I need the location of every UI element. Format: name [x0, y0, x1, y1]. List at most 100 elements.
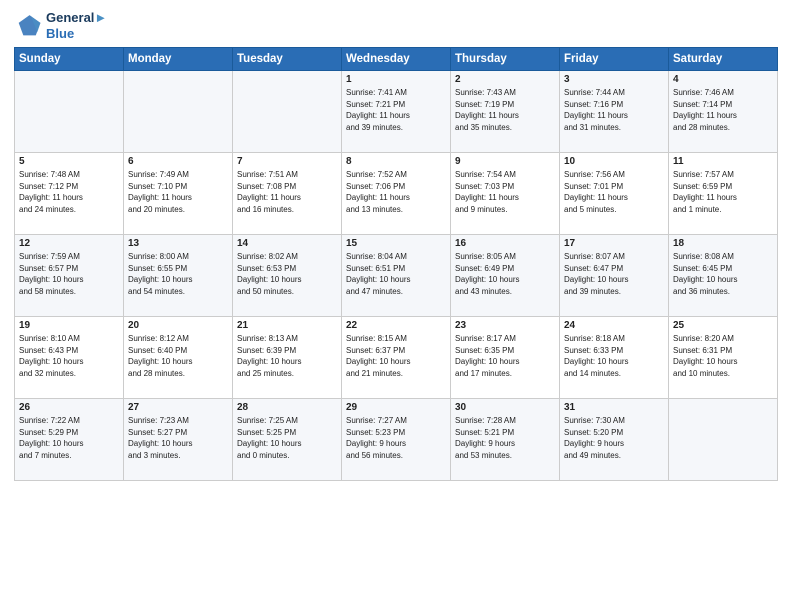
day-number: 25 — [673, 320, 773, 331]
day-cell: 31Sunrise: 7:30 AM Sunset: 5:20 PM Dayli… — [560, 399, 669, 481]
day-info: Sunrise: 7:54 AM Sunset: 7:03 PM Dayligh… — [455, 169, 555, 215]
col-header-monday: Monday — [124, 48, 233, 71]
day-number: 20 — [128, 320, 228, 331]
day-info: Sunrise: 8:12 AM Sunset: 6:40 PM Dayligh… — [128, 333, 228, 379]
day-info: Sunrise: 7:48 AM Sunset: 7:12 PM Dayligh… — [19, 169, 119, 215]
day-cell: 26 Sunrise: 7:22 AM Sunset: 5:29 PM Dayli… — [15, 399, 124, 481]
week-row-4: 19 Sunrise: 8:10 AM Sunset: 6:43 PM Dayli… — [15, 317, 778, 399]
day-number: 19 — [19, 320, 119, 331]
day-info: Sunrise: 8:04 AM Sunset: 6:51 PM Dayligh… — [346, 251, 446, 297]
logo: General► Blue — [14, 10, 107, 41]
day-number: 8 — [346, 156, 446, 167]
day-cell: 20 Sunrise: 8:12 AM Sunset: 6:40 PM Dayli… — [124, 317, 233, 399]
day-number: 10 — [564, 156, 664, 167]
day-cell: 18Sunrise: 8:08 AM Sunset: 6:45 PM Dayli… — [669, 235, 778, 317]
day-cell: 25 Sunrise: 8:20 AM Sunset: 6:31 PM Dayli… — [669, 317, 778, 399]
day-number: 11 — [673, 156, 773, 167]
logo-icon — [14, 12, 42, 40]
day-cell: 13 Sunrise: 8:00 AM Sunset: 6:55 PM Dayli… — [124, 235, 233, 317]
day-cell: 23 Sunrise: 8:17 AM Sunset: 6:35 PM Dayli… — [451, 317, 560, 399]
day-info: Sunrise: 7:23 AM Sunset: 5:27 PM Dayligh… — [128, 415, 228, 461]
day-cell: 7 Sunrise: 7:51 AM Sunset: 7:08 PM Daylig… — [233, 153, 342, 235]
day-number: 9 — [455, 156, 555, 167]
day-number: 28 — [237, 402, 337, 413]
day-info: Sunrise: 7:22 AM Sunset: 5:29 PM Dayligh… — [19, 415, 119, 461]
col-header-thursday: Thursday — [451, 48, 560, 71]
day-info: Sunrise: 8:20 AM Sunset: 6:31 PM Dayligh… — [673, 333, 773, 379]
week-row-3: 12 Sunrise: 7:59 AM Sunset: 6:57 PM Dayli… — [15, 235, 778, 317]
day-info: Sunrise: 8:07 AM Sunset: 6:47 PM Dayligh… — [564, 251, 664, 297]
day-number: 3 — [564, 74, 664, 85]
day-info: Sunrise: 8:02 AM Sunset: 6:53 PM Dayligh… — [237, 251, 337, 297]
day-number: 7 — [237, 156, 337, 167]
day-cell: 15 Sunrise: 8:04 AM Sunset: 6:51 PM Dayli… — [342, 235, 451, 317]
calendar-table: SundayMondayTuesdayWednesdayThursdayFrid… — [14, 47, 778, 481]
header-row: General► Blue — [14, 10, 778, 41]
day-info: Sunrise: 8:15 AM Sunset: 6:37 PM Dayligh… — [346, 333, 446, 379]
day-info: Sunrise: 8:18 AM Sunset: 6:33 PM Dayligh… — [564, 333, 664, 379]
day-cell: 3 Sunrise: 7:44 AM Sunset: 7:16 PM Daylig… — [560, 71, 669, 153]
page-container: General► Blue SundayMondayTuesdayWednesd… — [0, 0, 792, 489]
day-number: 12 — [19, 238, 119, 249]
day-cell: 24 Sunrise: 8:18 AM Sunset: 6:33 PM Dayli… — [560, 317, 669, 399]
day-number: 23 — [455, 320, 555, 331]
day-cell: 6 Sunrise: 7:49 AM Sunset: 7:10 PM Daylig… — [124, 153, 233, 235]
day-cell: 14 Sunrise: 8:02 AM Sunset: 6:53 PM Dayli… — [233, 235, 342, 317]
day-number: 14 — [237, 238, 337, 249]
day-number: 29 — [346, 402, 446, 413]
day-info: Sunrise: 7:49 AM Sunset: 7:10 PM Dayligh… — [128, 169, 228, 215]
day-cell: 8 Sunrise: 7:52 AM Sunset: 7:06 PM Daylig… — [342, 153, 451, 235]
day-number: 27 — [128, 402, 228, 413]
day-number: 16 — [455, 238, 555, 249]
day-cell: 27 Sunrise: 7:23 AM Sunset: 5:27 PM Dayli… — [124, 399, 233, 481]
day-number: 30 — [455, 402, 555, 413]
day-info: Sunrise: 7:51 AM Sunset: 7:08 PM Dayligh… — [237, 169, 337, 215]
day-info: Sunrise: 8:13 AM Sunset: 6:39 PM Dayligh… — [237, 333, 337, 379]
day-number: 13 — [128, 238, 228, 249]
day-info: Sunrise: 7:30 AM Sunset: 5:20 PM Dayligh… — [564, 415, 664, 461]
day-number: 17 — [564, 238, 664, 249]
day-info: Sunrise: 7:27 AM Sunset: 5:23 PM Dayligh… — [346, 415, 446, 461]
day-info: Sunrise: 7:28 AM Sunset: 5:21 PM Dayligh… — [455, 415, 555, 461]
day-number: 6 — [128, 156, 228, 167]
week-row-1: 1 Sunrise: 7:41 AM Sunset: 7:21 PM Daylig… — [15, 71, 778, 153]
day-number: 24 — [564, 320, 664, 331]
day-info: Sunrise: 8:10 AM Sunset: 6:43 PM Dayligh… — [19, 333, 119, 379]
day-cell: 17 Sunrise: 8:07 AM Sunset: 6:47 PM Dayli… — [560, 235, 669, 317]
week-row-2: 5 Sunrise: 7:48 AM Sunset: 7:12 PM Daylig… — [15, 153, 778, 235]
day-number: 5 — [19, 156, 119, 167]
day-info: Sunrise: 7:52 AM Sunset: 7:06 PM Dayligh… — [346, 169, 446, 215]
day-cell: 29 Sunrise: 7:27 AM Sunset: 5:23 PM Dayli… — [342, 399, 451, 481]
day-cell: 28 Sunrise: 7:25 AM Sunset: 5:25 PM Dayli… — [233, 399, 342, 481]
header-row-days: SundayMondayTuesdayWednesdayThursdayFrid… — [15, 48, 778, 71]
day-number: 1 — [346, 74, 446, 85]
day-cell: 2Sunrise: 7:43 AM Sunset: 7:19 PM Daylig… — [451, 71, 560, 153]
day-info: Sunrise: 7:25 AM Sunset: 5:25 PM Dayligh… — [237, 415, 337, 461]
day-cell: 5 Sunrise: 7:48 AM Sunset: 7:12 PM Daylig… — [15, 153, 124, 235]
day-cell: 22Sunrise: 8:15 AM Sunset: 6:37 PM Dayli… — [342, 317, 451, 399]
day-info: Sunrise: 7:43 AM Sunset: 7:19 PM Dayligh… — [455, 87, 555, 133]
day-info: Sunrise: 8:05 AM Sunset: 6:49 PM Dayligh… — [455, 251, 555, 297]
col-header-saturday: Saturday — [669, 48, 778, 71]
day-info: Sunrise: 7:46 AM Sunset: 7:14 PM Dayligh… — [673, 87, 773, 133]
day-number: 26 — [19, 402, 119, 413]
day-cell — [669, 399, 778, 481]
day-cell: 10Sunrise: 7:56 AM Sunset: 7:01 PM Dayli… — [560, 153, 669, 235]
week-row-5: 26 Sunrise: 7:22 AM Sunset: 5:29 PM Dayli… — [15, 399, 778, 481]
day-info: Sunrise: 7:57 AM Sunset: 6:59 PM Dayligh… — [673, 169, 773, 215]
day-number: 15 — [346, 238, 446, 249]
day-cell: 12 Sunrise: 7:59 AM Sunset: 6:57 PM Dayli… — [15, 235, 124, 317]
logo-text: General► Blue — [46, 10, 107, 41]
day-info: Sunrise: 7:41 AM Sunset: 7:21 PM Dayligh… — [346, 87, 446, 133]
col-header-friday: Friday — [560, 48, 669, 71]
day-cell: 16 Sunrise: 8:05 AM Sunset: 6:49 PM Dayli… — [451, 235, 560, 317]
day-cell: 1 Sunrise: 7:41 AM Sunset: 7:21 PM Daylig… — [342, 71, 451, 153]
day-info: Sunrise: 8:00 AM Sunset: 6:55 PM Dayligh… — [128, 251, 228, 297]
day-info: Sunrise: 7:59 AM Sunset: 6:57 PM Dayligh… — [19, 251, 119, 297]
day-info: Sunrise: 8:17 AM Sunset: 6:35 PM Dayligh… — [455, 333, 555, 379]
day-info: Sunrise: 7:44 AM Sunset: 7:16 PM Dayligh… — [564, 87, 664, 133]
day-cell: 4 Sunrise: 7:46 AM Sunset: 7:14 PM Daylig… — [669, 71, 778, 153]
day-cell — [15, 71, 124, 153]
day-number: 21 — [237, 320, 337, 331]
day-number: 4 — [673, 74, 773, 85]
